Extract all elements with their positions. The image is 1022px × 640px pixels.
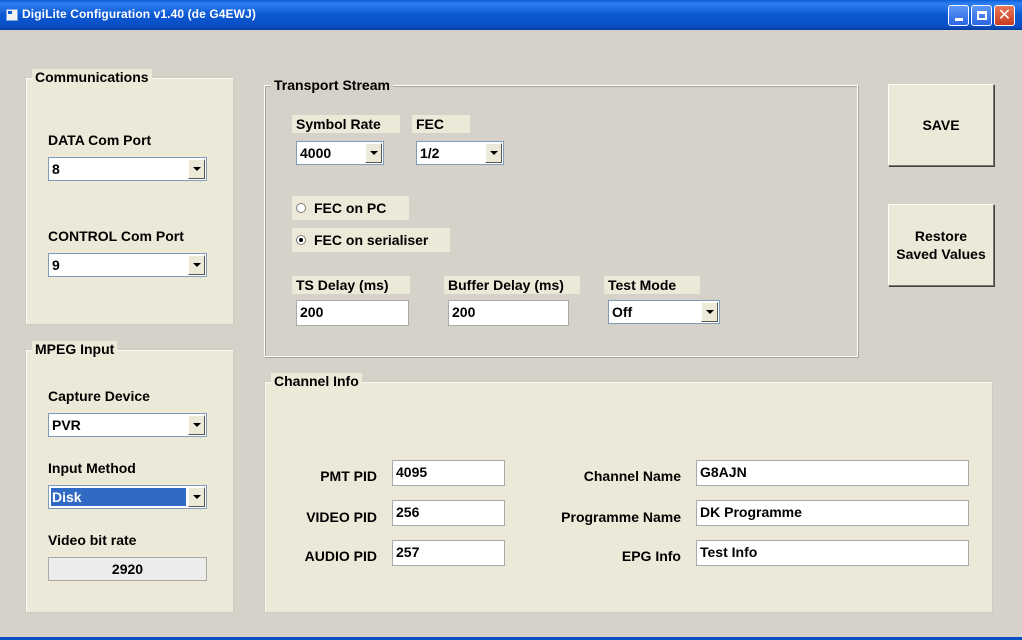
- fec-select[interactable]: 1/2: [416, 141, 504, 165]
- channel-name-label: Channel Name: [583, 468, 681, 484]
- input-method-select[interactable]: Disk: [48, 485, 207, 509]
- radio-unchecked-icon[interactable]: [296, 203, 306, 213]
- channel-info-title: Channel Info: [271, 373, 362, 389]
- mpeg-input-title: MPEG Input: [32, 341, 118, 357]
- epg-info-value: Test Info: [700, 544, 758, 560]
- control-com-port-label: CONTROL Com Port: [48, 228, 184, 244]
- chevron-down-icon: [192, 423, 201, 427]
- capture-device-label: Capture Device: [48, 388, 150, 404]
- communications-group: Communications: [25, 69, 234, 325]
- fec-on-pc-radio[interactable]: FEC on PC: [292, 196, 409, 220]
- title-bar[interactable]: DigiLite Configuration v1.40 (de G4EWJ) …: [0, 0, 1022, 30]
- ts-delay-value: 200: [300, 304, 324, 320]
- config-window: DigiLite Configuration v1.40 (de G4EWJ) …: [0, 0, 1022, 640]
- video-bit-rate-display: 2920: [48, 557, 207, 581]
- chevron-down-icon: [192, 495, 201, 499]
- data-com-port-value: 8: [52, 161, 60, 177]
- channel-name-value: G8AJN: [700, 464, 747, 480]
- programme-name-value: DK Programme: [700, 504, 802, 520]
- app-icon[interactable]: [6, 9, 18, 21]
- restore-button-label: Restore Saved Values: [896, 228, 986, 262]
- pmt-pid-value: 4095: [396, 464, 428, 480]
- video-pid-value: 256: [396, 504, 420, 520]
- audio-pid-value: 257: [396, 544, 420, 560]
- fec-value: 1/2: [420, 145, 440, 161]
- transport-stream-title: Transport Stream: [271, 77, 393, 93]
- restore-saved-values-button[interactable]: Restore Saved Values: [888, 204, 994, 286]
- minimize-button[interactable]: [948, 5, 969, 26]
- chevron-down-icon: [192, 167, 201, 171]
- data-com-port-label: DATA Com Port: [48, 132, 152, 148]
- save-button[interactable]: SAVE: [888, 84, 994, 166]
- symbol-rate-select[interactable]: 4000: [296, 141, 384, 165]
- buffer-delay-value: 200: [452, 304, 476, 320]
- input-method-value: Disk: [51, 488, 186, 506]
- programme-name-input[interactable]: DK Programme: [696, 500, 969, 526]
- maximize-icon: [976, 11, 987, 20]
- fec-on-serialiser-radio[interactable]: FEC on serialiser: [292, 228, 450, 252]
- communications-title: Communications: [32, 69, 152, 85]
- buffer-delay-label: Buffer Delay (ms): [444, 276, 580, 294]
- fec-dropdown-button[interactable]: [485, 143, 502, 163]
- programme-name-label: Programme Name: [561, 509, 681, 525]
- radio-checked-icon[interactable]: [296, 235, 306, 245]
- minimize-icon: [954, 18, 963, 21]
- ts-delay-label: TS Delay (ms): [292, 276, 410, 294]
- test-mode-dropdown-button[interactable]: [701, 302, 718, 322]
- close-icon: ✕: [997, 6, 1012, 24]
- control-com-port-value: 9: [52, 257, 60, 273]
- fec-label: FEC: [412, 115, 470, 133]
- epg-info-input[interactable]: Test Info: [696, 540, 969, 566]
- pmt-pid-label: PMT PID: [320, 468, 377, 484]
- data-com-port-dropdown-button[interactable]: [188, 159, 205, 179]
- capture-device-select[interactable]: PVR: [48, 413, 207, 437]
- chevron-down-icon: [192, 263, 201, 267]
- channel-info-group: Channel Info: [264, 373, 993, 613]
- test-mode-select[interactable]: Off: [608, 300, 720, 324]
- fec-on-serialiser-label: FEC on serialiser: [314, 232, 429, 248]
- capture-device-value: PVR: [52, 417, 81, 433]
- test-mode-value: Off: [612, 304, 633, 320]
- save-button-label: SAVE: [922, 117, 960, 133]
- data-com-port-select[interactable]: 8: [48, 157, 207, 181]
- close-button[interactable]: ✕: [994, 5, 1015, 26]
- video-pid-input[interactable]: 256: [392, 500, 505, 526]
- chevron-down-icon: [705, 310, 714, 314]
- ts-delay-input[interactable]: 200: [296, 300, 409, 326]
- capture-device-dropdown-button[interactable]: [188, 415, 205, 435]
- symbol-rate-label: Symbol Rate: [292, 115, 400, 133]
- channel-name-input[interactable]: G8AJN: [696, 460, 969, 486]
- chevron-down-icon: [369, 151, 378, 155]
- fec-on-pc-label: FEC on PC: [314, 200, 387, 216]
- control-com-port-dropdown-button[interactable]: [188, 255, 205, 275]
- maximize-button[interactable]: [971, 5, 992, 26]
- pmt-pid-input[interactable]: 4095: [392, 460, 505, 486]
- epg-info-label: EPG Info: [621, 548, 681, 564]
- control-com-port-select[interactable]: 9: [48, 253, 207, 277]
- video-pid-label: VIDEO PID: [306, 509, 377, 525]
- input-method-dropdown-button[interactable]: [188, 487, 205, 507]
- input-method-label: Input Method: [48, 460, 136, 476]
- symbol-rate-value: 4000: [300, 145, 332, 161]
- audio-pid-label: AUDIO PID: [304, 548, 377, 564]
- symbol-rate-dropdown-button[interactable]: [365, 143, 382, 163]
- video-bit-rate-label: Video bit rate: [48, 532, 137, 548]
- window-title: DigiLite Configuration v1.40 (de G4EWJ): [22, 7, 256, 21]
- buffer-delay-input[interactable]: 200: [448, 300, 569, 326]
- video-bit-rate-value: 2920: [111, 561, 144, 577]
- audio-pid-input[interactable]: 257: [392, 540, 505, 566]
- chevron-down-icon: [489, 151, 498, 155]
- test-mode-label: Test Mode: [604, 276, 700, 294]
